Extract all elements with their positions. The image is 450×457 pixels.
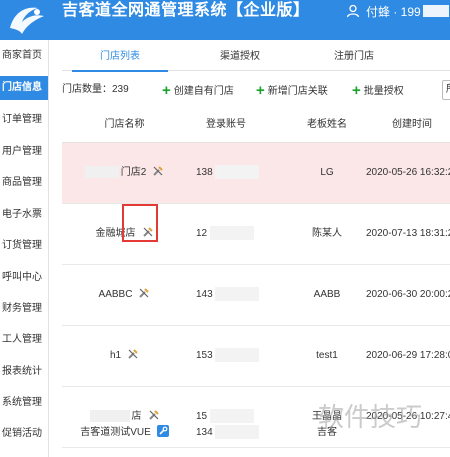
column-header-created-time: 创建时间 <box>392 119 432 130</box>
created-time-cell: 2020-06-29 17:28:0 <box>366 350 450 361</box>
redacted-text <box>215 348 260 363</box>
sidebar-item-orders[interactable]: 订单管理 <box>0 108 48 132</box>
table-row[interactable]: 门店2 138 LG 2020-05-26 16:32:2 <box>62 143 450 204</box>
batch-authorize-button[interactable]: + 批量授权 <box>352 78 404 102</box>
sidebar-item-finance[interactable]: 财务管理 <box>0 297 48 321</box>
store-name-cell: 吉客道测试VUE <box>62 408 187 457</box>
sidebar-item-system[interactable]: 系统管理 <box>0 391 48 415</box>
redacted-text <box>215 287 260 302</box>
redacted-text <box>215 165 260 180</box>
wrench-icon[interactable] <box>142 226 154 238</box>
redacted-text <box>84 166 119 179</box>
owner-cell: 陈某人 <box>312 228 342 239</box>
owner-cell: LG <box>320 167 334 178</box>
sidebar-item-reports[interactable]: 报表统计 <box>0 360 48 384</box>
tab-store-list[interactable]: 门店列表 <box>72 44 168 72</box>
store-name-cell: 金融城店 <box>62 204 187 264</box>
wrench-icon[interactable] <box>138 287 150 299</box>
plus-icon: + <box>352 82 361 99</box>
watermark: 软件技巧 <box>318 403 423 433</box>
wrench-blue-icon[interactable] <box>156 425 169 438</box>
column-header-owner-name: 老板姓名 <box>307 119 347 130</box>
user-menu[interactable]: 付蜂 · 199 <box>346 0 449 22</box>
column-header-login-account: 登录账号 <box>206 119 246 130</box>
add-store-link-button[interactable]: + 新增门店关联 <box>256 78 328 102</box>
redacted-text <box>209 226 254 241</box>
tab-channel-auth[interactable]: 渠道授权 <box>192 44 288 70</box>
sidebar-item-users[interactable]: 用户管理 <box>0 140 48 164</box>
table-row[interactable]: h1 153 test1 2020-06-29 17:28:0 <box>62 326 450 387</box>
sidebar-item-e-water-ticket[interactable]: 电子水票 <box>0 203 48 227</box>
plus-icon: + <box>162 82 171 99</box>
sidebar-item-home[interactable]: 商家首页 <box>0 44 48 68</box>
owner-cell: test1 <box>316 350 338 361</box>
sidebar-item-workers[interactable]: 工人管理 <box>0 328 48 352</box>
tab-register-store[interactable]: 注册门店 <box>306 44 402 70</box>
create-own-store-button[interactable]: + 创建自有门店 <box>162 78 234 102</box>
user-name: 付蜂 · 199 <box>366 4 421 19</box>
filter-select[interactable]: 所 <box>442 80 450 100</box>
tab-bar: 门店列表 渠道授权 注册门店 <box>62 44 450 72</box>
column-header-store-name: 门店名称 <box>104 119 145 130</box>
sidebar-item-promotions[interactable]: 促销活动 <box>0 422 48 446</box>
user-icon <box>346 4 360 18</box>
created-time-cell: 2020-06-30 20:00:2 <box>366 289 450 300</box>
sidebar-item-call-center[interactable]: 呼叫中心 <box>0 266 48 290</box>
plus-icon: + <box>256 82 265 99</box>
account-cell: 134 <box>196 408 280 457</box>
wrench-icon[interactable] <box>127 348 139 360</box>
sidebar-item-products[interactable]: 商品管理 <box>0 171 48 195</box>
redacted-phone <box>422 5 449 17</box>
sidebar: 商家首页 门店信息 订单管理 用户管理 商品管理 电子水票 订货管理 呼叫中心 … <box>0 40 49 457</box>
wrench-icon[interactable] <box>152 165 164 177</box>
sidebar-item-purchase[interactable]: 订货管理 <box>0 234 48 258</box>
account-cell: 12 <box>196 204 280 264</box>
top-header: 吉客道全网通管理系统【企业版】 付蜂 · 199 <box>0 0 450 40</box>
sidebar-item-store-info[interactable]: 门店信息 <box>0 76 48 100</box>
store-count: 门店数量：239 <box>62 84 129 95</box>
account-cell: 153 <box>196 326 280 386</box>
app-title: 吉客道全网通管理系统【企业版】 <box>62 2 310 19</box>
table-header: 门店名称 登录账号 老板姓名 创建时间 <box>62 108 450 143</box>
created-time-cell: 2020-07-13 18:31:2 <box>366 228 450 239</box>
account-cell: 143 <box>196 265 280 325</box>
store-name-cell: 门店2 <box>62 143 187 203</box>
logo-icon <box>10 7 44 34</box>
store-name-cell: h1 <box>62 326 187 386</box>
store-name-cell: AABBC <box>62 265 187 325</box>
toolbar: 门店数量：239 +创建自有门店 +新增门店关联 +批量授权 所 <box>62 78 450 102</box>
owner-cell: AABB <box>313 289 341 300</box>
created-time-cell: 2020-05-26 16:32:2 <box>366 167 450 178</box>
table-row[interactable]: 金融城店 12 陈某人 2020-07-13 18:31:2 <box>62 204 450 265</box>
account-cell: 138 <box>196 143 280 203</box>
table-row[interactable]: AABBC 143 AABB 2020-06-30 20:00:2 <box>62 265 450 326</box>
redacted-text <box>215 425 260 440</box>
